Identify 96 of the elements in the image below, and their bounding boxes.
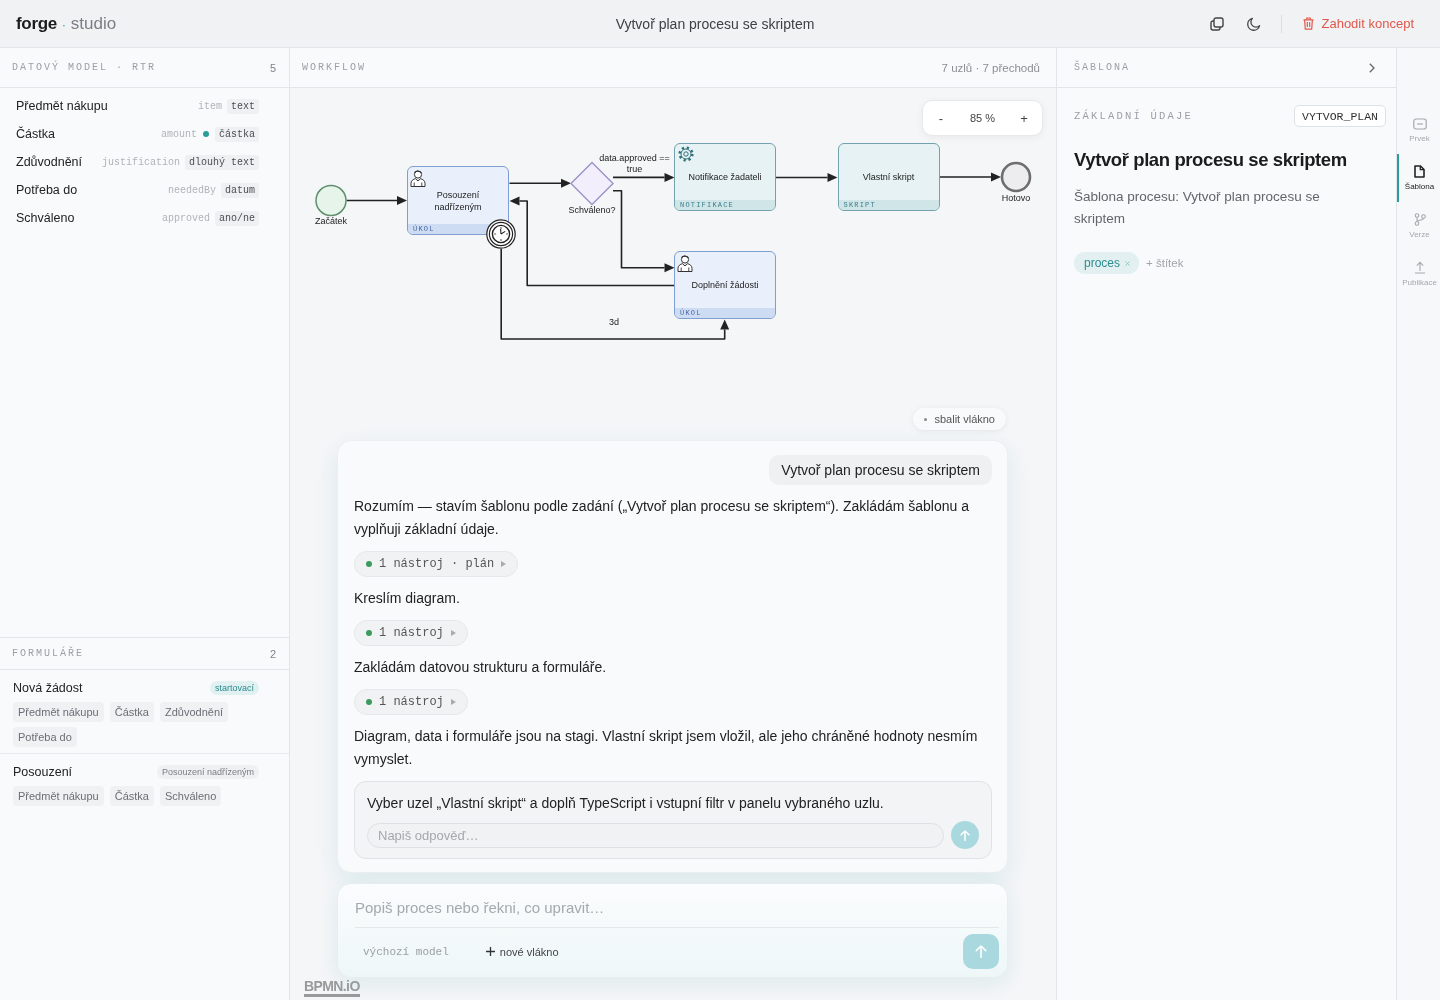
gear-icon [677, 145, 695, 163]
app-logo: forge · studio [16, 13, 117, 34]
field-key: amount [160, 128, 197, 140]
status-dot-icon [366, 630, 372, 636]
field-type-badge: datum [221, 182, 259, 198]
form-field-chip: Částka [109, 786, 154, 806]
sequence-flow-arrow [345, 196, 407, 205]
tool-call-chip[interactable]: 1 nástroj [354, 689, 468, 715]
sequence-flow-arrow [938, 172, 1001, 182]
timer-event-icon [486, 219, 516, 249]
assistant-message: Diagram, data i formuláře jsou na stagi. Vlastní skript jsem vložil, ale jeho chráněné hodnoty nesmím vymyslet. [354, 727, 979, 769]
assistant-message: Kreslím diagram. [354, 589, 461, 608]
template-description: Šablona procesu: Vytvoř plan procesu se skriptem [1074, 188, 1321, 228]
gateway-diamond [570, 161, 614, 206]
field-count: 5 [269, 61, 276, 74]
template-code-badge: VYTVOR_PLAN [1294, 105, 1386, 127]
template-name: Vytvoř plan procesu se skriptem [1074, 148, 1348, 172]
form-badge: Posouzení nadřízeným [156, 765, 259, 779]
zoom-level: 85 % [969, 112, 996, 124]
branch-icon [1413, 213, 1426, 226]
workflow-stats: 7 uzlů · 7 přechodů [941, 61, 1040, 74]
field-label[interactable]: Schváleno [16, 211, 75, 225]
copy-icon [1210, 16, 1225, 31]
task-label: Posouzení nadřízeným [433, 188, 483, 213]
question-text: Vyber uzel „Vlastní skript“ a doplň TypeScript i vstupní filtr v panelu vybraného uzlu. [367, 794, 885, 813]
form-name[interactable]: Nová žádost [13, 681, 83, 695]
element-icon [1412, 117, 1427, 130]
assistant-message: Rozumím — stavím šablonu podle zadání („Vytvoř plan procesu se skriptem“). Zakládám šablonu a vyplňuji základní údaje. [354, 497, 970, 539]
tag-label: proces [1084, 256, 1121, 270]
message-input[interactable]: Popiš proces nebo řekni, co upravit… [355, 896, 999, 918]
form-field-chip: Částka [109, 702, 154, 722]
task-label: Doplnění žádosti [690, 279, 760, 291]
sequence-flow-arrow [508, 178, 571, 188]
tool-call-chip[interactable]: 1 nástroj [354, 620, 468, 646]
user-icon [677, 253, 693, 272]
start-event [315, 184, 347, 217]
arrow-up-icon [960, 829, 970, 841]
field-key: justification [101, 156, 180, 168]
collapse-thread-button[interactable]: sbalit vlákno [913, 408, 1006, 430]
flow-label: data.approved == true [598, 153, 671, 174]
form-count: 2 [269, 647, 276, 660]
panel-title: FORMULÁŘE [12, 648, 84, 659]
rail-tab[interactable]: Šablona [1397, 154, 1440, 202]
form-name[interactable]: Posouzení [13, 765, 73, 779]
section-title: ZÁKLADNÍ ÚDAJE [1074, 110, 1193, 122]
panel-title: DATOVÝ MODEL · RTR [12, 62, 157, 73]
status-dot-icon [366, 699, 372, 705]
node-label: Začátek [315, 216, 347, 226]
caret-icon [450, 699, 456, 705]
document-title: Vytvoř plan procesu se skriptem [615, 15, 815, 32]
form-field-chip: Potřeba do [13, 727, 77, 747]
reply-input[interactable]: Napiš odpověď… [367, 822, 944, 848]
end-event [1000, 161, 1032, 193]
panel-title: ŠABLONA [1074, 62, 1130, 73]
node-label: Schváleno? [568, 205, 616, 215]
trash-icon [1303, 17, 1315, 30]
form-field-chip: Zdůvodnění [159, 702, 229, 722]
sequence-flow-arrow [775, 173, 838, 182]
field-label[interactable]: Potřeba do [16, 183, 78, 197]
arrow-up-icon [975, 945, 987, 958]
document-icon [1414, 165, 1425, 178]
field-type-badge: částka [215, 126, 259, 142]
moon-icon [1247, 16, 1262, 31]
field-key: neededBy [167, 184, 216, 196]
upload-icon [1413, 261, 1426, 274]
status-dot-icon [366, 561, 372, 567]
form-badge: startovací [210, 681, 259, 695]
task-label: Notifikace žadateli [687, 170, 763, 183]
field-label[interactable]: Předmět nákupu [16, 99, 108, 113]
task-label: Vlastní skript [861, 170, 916, 183]
node-label: Hotovo [1001, 193, 1031, 203]
dot-icon [924, 417, 928, 421]
zoom-in-button[interactable]: + [1015, 107, 1033, 129]
assistant-message: Zakládám datovou strukturu a formuláře. [354, 658, 608, 677]
user-message: Vytvoř plan procesu se skriptem [769, 455, 992, 485]
tool-call-chip[interactable]: 1 nástroj · plán [354, 551, 519, 577]
form-field-chip: Předmět nákupu [13, 702, 104, 722]
field-type-badge: ano/ne [215, 210, 259, 226]
user-icon [410, 168, 426, 187]
new-thread-button[interactable]: nové vlákno [485, 945, 559, 958]
field-key: item [197, 100, 222, 112]
caret-icon [501, 561, 507, 567]
form-field-chip: Předmět nákupu [13, 786, 104, 806]
zoom-out-button[interactable]: - [932, 107, 950, 129]
caret-icon [450, 630, 456, 636]
flow-label: 3d [608, 317, 620, 328]
field-key: approved [161, 212, 210, 224]
plus-icon [485, 947, 495, 956]
field-type-badge: dlouhý text [185, 154, 259, 170]
field-type-badge: text [227, 98, 259, 114]
sequence-flow-arrow [612, 172, 675, 182]
field-label[interactable]: Zdůvodnění [16, 155, 83, 169]
panel-title: WORKFLOW [302, 62, 366, 73]
field-label[interactable]: Částka [16, 127, 55, 141]
form-field-chip: Schváleno [159, 786, 222, 806]
chevron-right-icon [1369, 62, 1375, 73]
